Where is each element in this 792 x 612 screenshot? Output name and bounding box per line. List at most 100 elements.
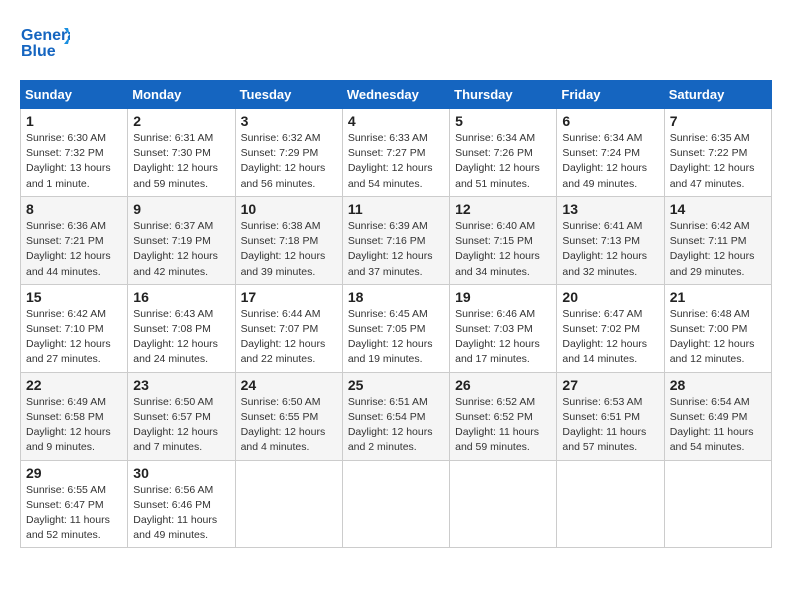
weekday-header: Tuesday: [235, 81, 342, 109]
calendar-cell: 8 Sunrise: 6:36 AM Sunset: 7:21 PM Daylig…: [21, 196, 128, 284]
calendar-cell: 20 Sunrise: 6:47 AM Sunset: 7:02 PM Dayli…: [557, 284, 664, 372]
day-info: Sunrise: 6:40 AM Sunset: 7:15 PM Dayligh…: [455, 219, 551, 280]
day-number: 21: [670, 289, 766, 305]
calendar-cell: 23Sunrise: 6:50 AM Sunset: 6:57 PM Dayli…: [128, 372, 235, 460]
calendar-cell: 27 Sunrise: 6:53 AM Sunset: 6:51 PM Dayli…: [557, 372, 664, 460]
day-info: Sunrise: 6:51 AM Sunset: 6:54 PM Dayligh…: [348, 395, 444, 456]
day-info: Sunrise: 6:41 AM Sunset: 7:13 PM Dayligh…: [562, 219, 658, 280]
day-number: 10: [241, 201, 337, 217]
day-info: Sunrise: 6:43 AM Sunset: 7:08 PM Dayligh…: [133, 307, 229, 368]
day-number: 14: [670, 201, 766, 217]
calendar-cell: 6 Sunrise: 6:34 AM Sunset: 7:24 PM Daylig…: [557, 109, 664, 197]
day-number: 19: [455, 289, 551, 305]
weekday-header: Wednesday: [342, 81, 449, 109]
day-number: 16: [133, 289, 229, 305]
day-number: 7: [670, 113, 766, 129]
day-info: Sunrise: 6:38 AM Sunset: 7:18 PM Dayligh…: [241, 219, 337, 280]
day-number: 18: [348, 289, 444, 305]
header: General Blue: [20, 20, 772, 64]
day-info: Sunrise: 6:55 AM Sunset: 6:47 PM Dayligh…: [26, 483, 122, 544]
calendar-cell: 17 Sunrise: 6:44 AM Sunset: 7:07 PM Dayli…: [235, 284, 342, 372]
day-number: 6: [562, 113, 658, 129]
day-number: 12: [455, 201, 551, 217]
day-info: Sunrise: 6:35 AM Sunset: 7:22 PM Dayligh…: [670, 131, 766, 192]
calendar-cell: 15 Sunrise: 6:42 AM Sunset: 7:10 PM Dayli…: [21, 284, 128, 372]
calendar-cell: [557, 460, 664, 548]
calendar-cell: 2Sunrise: 6:31 AM Sunset: 7:30 PM Daylig…: [128, 109, 235, 197]
weekday-header: Saturday: [664, 81, 771, 109]
day-number: 30: [133, 465, 229, 481]
calendar-cell: 7 Sunrise: 6:35 AM Sunset: 7:22 PM Daylig…: [664, 109, 771, 197]
calendar-cell: 12 Sunrise: 6:40 AM Sunset: 7:15 PM Dayli…: [450, 196, 557, 284]
day-number: 27: [562, 377, 658, 393]
day-number: 25: [348, 377, 444, 393]
day-number: 29: [26, 465, 122, 481]
day-info: Sunrise: 6:34 AM Sunset: 7:24 PM Dayligh…: [562, 131, 658, 192]
day-info: Sunrise: 6:48 AM Sunset: 7:00 PM Dayligh…: [670, 307, 766, 368]
day-info: Sunrise: 6:47 AM Sunset: 7:02 PM Dayligh…: [562, 307, 658, 368]
calendar-cell: 16 Sunrise: 6:43 AM Sunset: 7:08 PM Dayli…: [128, 284, 235, 372]
calendar-cell: 4 Sunrise: 6:33 AM Sunset: 7:27 PM Daylig…: [342, 109, 449, 197]
day-number: 4: [348, 113, 444, 129]
calendar-cell: 28 Sunrise: 6:54 AM Sunset: 6:49 PM Dayli…: [664, 372, 771, 460]
day-number: 1: [26, 113, 122, 129]
calendar-week: 8 Sunrise: 6:36 AM Sunset: 7:21 PM Daylig…: [21, 196, 772, 284]
day-info: Sunrise: 6:34 AM Sunset: 7:26 PM Dayligh…: [455, 131, 551, 192]
day-number: 20: [562, 289, 658, 305]
calendar-cell: 30 Sunrise: 6:56 AM Sunset: 6:46 PM Dayli…: [128, 460, 235, 548]
day-info: Sunrise: 6:33 AM Sunset: 7:27 PM Dayligh…: [348, 131, 444, 192]
day-info: Sunrise: 6:30 AM Sunset: 7:32 PM Dayligh…: [26, 131, 122, 192]
calendar-cell: [664, 460, 771, 548]
day-number: 11: [348, 201, 444, 217]
weekday-header: Friday: [557, 81, 664, 109]
weekday-header: Thursday: [450, 81, 557, 109]
day-info: Sunrise: 6:42 AM Sunset: 7:11 PM Dayligh…: [670, 219, 766, 280]
calendar-cell: 9 Sunrise: 6:37 AM Sunset: 7:19 PM Daylig…: [128, 196, 235, 284]
day-number: 9: [133, 201, 229, 217]
calendar-week: 15 Sunrise: 6:42 AM Sunset: 7:10 PM Dayli…: [21, 284, 772, 372]
day-number: 26: [455, 377, 551, 393]
day-info: Sunrise: 6:56 AM Sunset: 6:46 PM Dayligh…: [133, 483, 229, 544]
calendar-week: 1 Sunrise: 6:30 AM Sunset: 7:32 PM Daylig…: [21, 109, 772, 197]
weekday-header: Monday: [128, 81, 235, 109]
day-info: Sunrise: 6:50 AM Sunset: 6:55 PM Dayligh…: [241, 395, 337, 456]
calendar-cell: 10 Sunrise: 6:38 AM Sunset: 7:18 PM Dayli…: [235, 196, 342, 284]
day-number: 28: [670, 377, 766, 393]
day-info: Sunrise: 6:50 AM Sunset: 6:57 PM Dayligh…: [133, 395, 229, 456]
day-info: Sunrise: 6:37 AM Sunset: 7:19 PM Dayligh…: [133, 219, 229, 280]
calendar-cell: 24 Sunrise: 6:50 AM Sunset: 6:55 PM Dayli…: [235, 372, 342, 460]
calendar-header: SundayMondayTuesdayWednesdayThursdayFrid…: [21, 81, 772, 109]
calendar-cell: 5 Sunrise: 6:34 AM Sunset: 7:26 PM Daylig…: [450, 109, 557, 197]
calendar-table: SundayMondayTuesdayWednesdayThursdayFrid…: [20, 80, 772, 548]
day-number: 3: [241, 113, 337, 129]
day-info: Sunrise: 6:32 AM Sunset: 7:29 PM Dayligh…: [241, 131, 337, 192]
calendar-cell: [342, 460, 449, 548]
calendar-cell: 11 Sunrise: 6:39 AM Sunset: 7:16 PM Dayli…: [342, 196, 449, 284]
day-info: Sunrise: 6:53 AM Sunset: 6:51 PM Dayligh…: [562, 395, 658, 456]
calendar-cell: 19 Sunrise: 6:46 AM Sunset: 7:03 PM Dayli…: [450, 284, 557, 372]
calendar-cell: 13Sunrise: 6:41 AM Sunset: 7:13 PM Dayli…: [557, 196, 664, 284]
weekday-header: Sunday: [21, 81, 128, 109]
calendar-week: 22Sunrise: 6:49 AM Sunset: 6:58 PM Dayli…: [21, 372, 772, 460]
day-number: 17: [241, 289, 337, 305]
calendar-cell: 26Sunrise: 6:52 AM Sunset: 6:52 PM Dayli…: [450, 372, 557, 460]
day-info: Sunrise: 6:46 AM Sunset: 7:03 PM Dayligh…: [455, 307, 551, 368]
day-info: Sunrise: 6:45 AM Sunset: 7:05 PM Dayligh…: [348, 307, 444, 368]
day-info: Sunrise: 6:54 AM Sunset: 6:49 PM Dayligh…: [670, 395, 766, 456]
day-info: Sunrise: 6:39 AM Sunset: 7:16 PM Dayligh…: [348, 219, 444, 280]
day-number: 5: [455, 113, 551, 129]
day-info: Sunrise: 6:44 AM Sunset: 7:07 PM Dayligh…: [241, 307, 337, 368]
calendar-cell: [450, 460, 557, 548]
day-info: Sunrise: 6:42 AM Sunset: 7:10 PM Dayligh…: [26, 307, 122, 368]
svg-text:General: General: [21, 27, 70, 44]
day-number: 8: [26, 201, 122, 217]
calendar-cell: 25 Sunrise: 6:51 AM Sunset: 6:54 PM Dayli…: [342, 372, 449, 460]
logo-svg: General Blue: [20, 20, 70, 64]
day-info: Sunrise: 6:49 AM Sunset: 6:58 PM Dayligh…: [26, 395, 122, 456]
calendar-cell: 22Sunrise: 6:49 AM Sunset: 6:58 PM Dayli…: [21, 372, 128, 460]
day-number: 15: [26, 289, 122, 305]
day-number: 24: [241, 377, 337, 393]
calendar-cell: 1 Sunrise: 6:30 AM Sunset: 7:32 PM Daylig…: [21, 109, 128, 197]
day-info: Sunrise: 6:36 AM Sunset: 7:21 PM Dayligh…: [26, 219, 122, 280]
calendar-cell: 3 Sunrise: 6:32 AM Sunset: 7:29 PM Daylig…: [235, 109, 342, 197]
